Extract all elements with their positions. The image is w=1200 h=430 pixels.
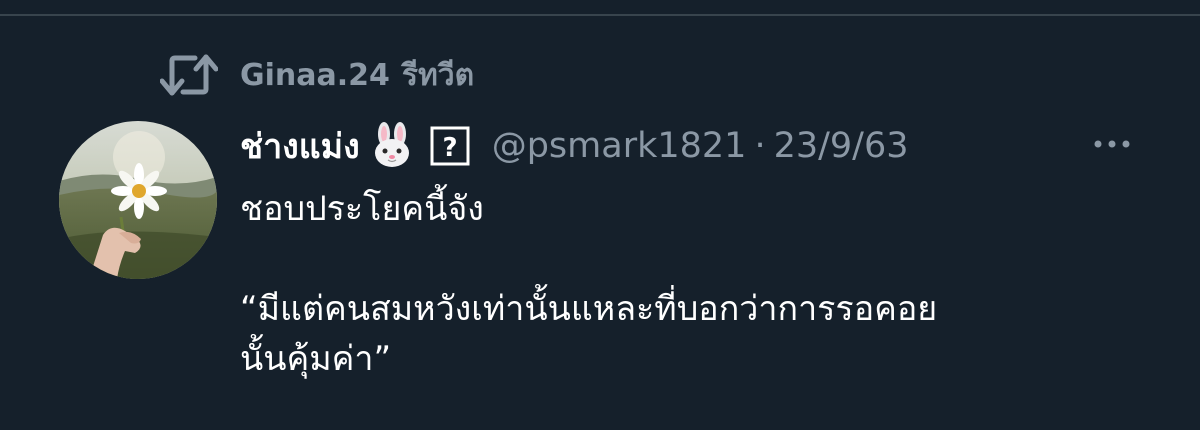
- tweet-header: ช่างแม่ง ? @psmark1821 · 23/9/63: [240, 118, 909, 174]
- retweet-label: รีทวีต: [401, 57, 475, 93]
- user-handle[interactable]: @psmark1821: [492, 126, 747, 166]
- more-icon[interactable]: [1092, 136, 1132, 152]
- display-name[interactable]: ช่างแม่ง: [240, 119, 360, 173]
- tweet-quote-line: นั้นคุ้มค่า”: [240, 339, 392, 379]
- rabbit-face-icon: [368, 122, 416, 170]
- top-divider: [0, 14, 1200, 16]
- retweet-username[interactable]: Ginaa.24: [240, 58, 390, 93]
- tweet-text-line: ชอบประโยคนี้จัง: [240, 189, 484, 229]
- retweet-context[interactable]: Ginaa.24 รีทวีต: [160, 50, 474, 100]
- missing-glyph-icon: ?: [428, 124, 472, 168]
- avatar[interactable]: [59, 121, 217, 279]
- tweet-date[interactable]: 23/9/63: [774, 126, 909, 166]
- tweet-page: Ginaa.24 รีทวีต ช่างแม่ง ? @psmark1821 ·…: [0, 0, 1200, 430]
- missing-glyph-mark: ?: [442, 133, 457, 163]
- tweet-quote-line: “มีแต่คนสมหวังเท่านั้นแหละที่บอกว่าการรอ…: [240, 289, 938, 329]
- retweet-icon: [160, 50, 218, 100]
- separator-dot: ·: [754, 126, 766, 166]
- avatar-image: [59, 121, 217, 279]
- tweet-text: ชอบประโยคนี้จัง “มีแต่คนสมหวังเท่านั้นแห…: [240, 184, 1170, 384]
